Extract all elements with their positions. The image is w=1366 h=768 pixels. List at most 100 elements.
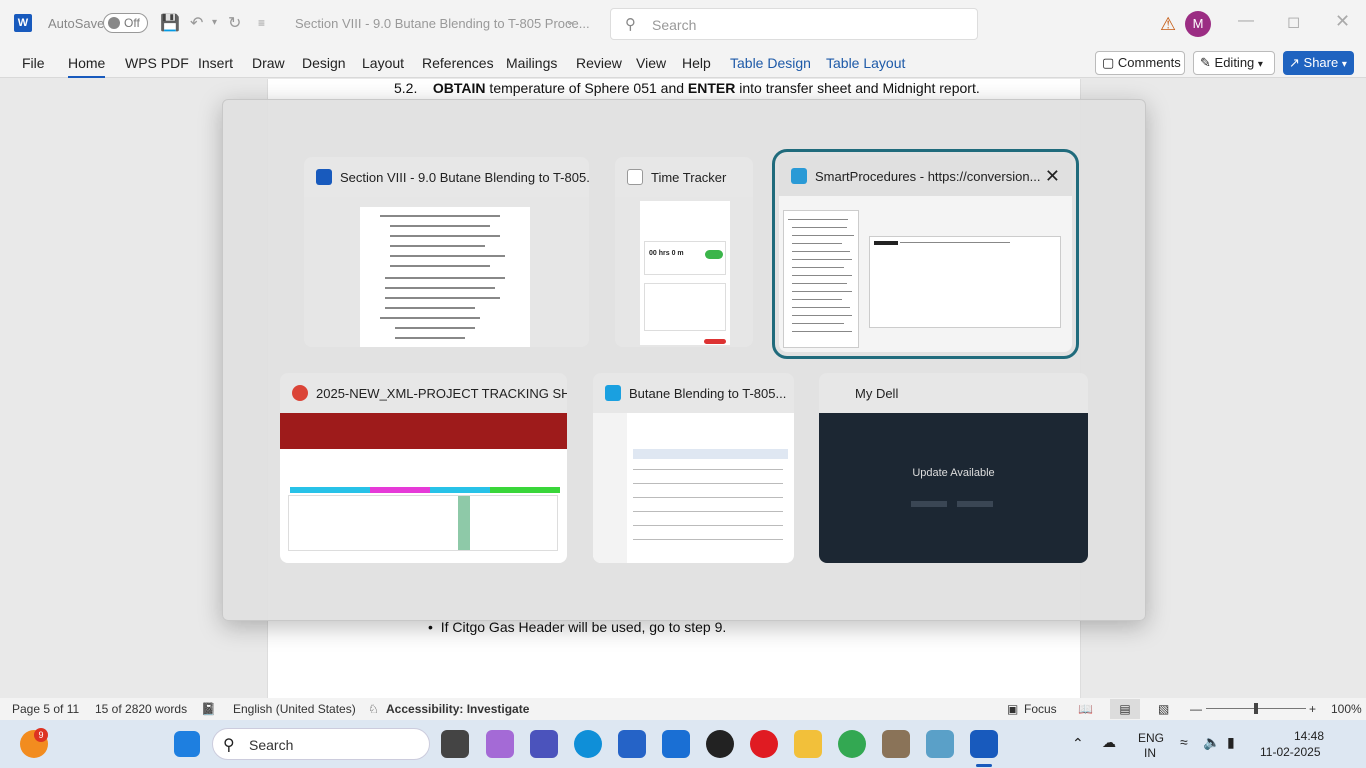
- card-caption: Butane Blending to T-805...: [593, 373, 794, 413]
- wifi-icon[interactable]: ≈: [1180, 734, 1188, 750]
- tab-table-design[interactable]: Table Design: [730, 55, 811, 71]
- tab-layout[interactable]: Layout: [362, 55, 404, 71]
- tab-file[interactable]: File: [22, 55, 45, 71]
- chevron-up-icon[interactable]: ⌃: [1072, 735, 1084, 752]
- smartprocedures-icon[interactable]: [926, 730, 954, 758]
- windows-start-icon[interactable]: [174, 731, 200, 757]
- focus-mode[interactable]: Focus: [1024, 702, 1057, 716]
- window-card-word[interactable]: Section VIII - 9.0 Butane Blending to T-…: [304, 157, 589, 347]
- window-card-outlook[interactable]: Butane Blending to T-805...: [593, 373, 794, 563]
- network-status-icon[interactable]: ☁: [1102, 734, 1116, 751]
- save-icon[interactable]: 💾: [160, 13, 180, 33]
- proofing-icon[interactable]: 📓: [201, 702, 216, 716]
- zoom-level[interactable]: 100%: [1331, 702, 1362, 716]
- store-icon[interactable]: [618, 730, 646, 758]
- print-layout-icon[interactable]: ▤: [1110, 699, 1140, 719]
- app-icon[interactable]: [882, 730, 910, 758]
- window-card-my-dell[interactable]: My Dell Update Available: [819, 373, 1088, 563]
- thumb-header-green: [490, 487, 560, 493]
- autosave-toggle[interactable]: Off: [103, 13, 148, 33]
- customize-toolbar-icon[interactable]: ≡: [258, 16, 265, 30]
- undo-dropdown-icon[interactable]: ▾: [212, 17, 217, 28]
- window-thumbnail: [779, 196, 1072, 352]
- tab-mailings[interactable]: Mailings: [506, 55, 557, 71]
- comments-button[interactable]: ▢ Comments: [1095, 51, 1185, 75]
- volume-icon[interactable]: 🔈: [1203, 734, 1220, 751]
- close-icon[interactable]: ✕: [1335, 11, 1350, 32]
- tab-review[interactable]: Review: [576, 55, 622, 71]
- redo-icon[interactable]: ↻: [228, 13, 241, 33]
- window-card-chrome[interactable]: 2025-NEW_XML-PROJECT TRACKING SHEE...: [280, 373, 567, 563]
- notification-badge: 9: [34, 728, 48, 742]
- undo-icon[interactable]: ↶: [190, 13, 203, 33]
- tab-wps-pdf[interactable]: WPS PDF: [125, 55, 189, 71]
- edge-icon[interactable]: [574, 730, 602, 758]
- search-icon: ⚲: [223, 737, 235, 754]
- taskbar: 9 ⚲ Search ⌃ ☁ ENG IN ≈ 🔈 ▮ 14:48 11-02-…: [0, 720, 1366, 768]
- clock-date[interactable]: 11-02-2025: [1260, 745, 1321, 759]
- opera-icon[interactable]: [750, 730, 778, 758]
- taskbar-search-placeholder: Search: [249, 737, 294, 753]
- zoom-slider[interactable]: [1206, 703, 1306, 714]
- timer-value: 00 hrs 0 m: [649, 250, 684, 257]
- tab-design[interactable]: Design: [302, 55, 346, 71]
- bullet-text: If Citgo Gas Header will be used, go to …: [440, 619, 727, 635]
- chevron-down-icon[interactable]: ⌄: [565, 14, 575, 28]
- power-automate-icon[interactable]: [662, 730, 690, 758]
- language[interactable]: English (United States): [233, 702, 356, 716]
- procedure-step[interactable]: 5.2. OBTAIN temperature of Sphere 051 an…: [394, 80, 980, 96]
- thumb-header-magenta: [370, 487, 430, 493]
- read-mode-icon[interactable]: 📖: [1078, 702, 1093, 716]
- word-icon[interactable]: [970, 730, 998, 758]
- outlook-icon: [605, 385, 621, 401]
- word-icon: [316, 169, 332, 185]
- thumb-editor: [869, 236, 1061, 328]
- thumb-app: 00 hrs 0 m: [640, 201, 730, 345]
- share-button[interactable]: ↗ Share ▾: [1283, 51, 1354, 75]
- smartprocedures-icon: [791, 168, 807, 184]
- window-thumbnail: Update Available: [819, 413, 1088, 563]
- minimize-icon[interactable]: —: [1238, 12, 1254, 30]
- close-icon[interactable]: ✕: [1045, 166, 1060, 187]
- zoom-in-icon[interactable]: +: [1309, 702, 1316, 716]
- file-explorer-icon[interactable]: [794, 730, 822, 758]
- task-view-icon[interactable]: [441, 730, 469, 758]
- tab-references[interactable]: References: [422, 55, 494, 71]
- search-input[interactable]: ⚲ Search: [610, 8, 978, 40]
- bullet-item[interactable]: • If Citgo Gas Header will be used, go t…: [428, 619, 726, 635]
- page-count[interactable]: Page 5 of 11: [12, 702, 79, 716]
- window-card-time-tracker[interactable]: Time Tracker 00 hrs 0 m: [615, 157, 753, 347]
- thumb-button: [957, 501, 993, 507]
- zoom-slider-thumb[interactable]: [1254, 703, 1258, 714]
- teams-icon[interactable]: [530, 730, 558, 758]
- warning-icon[interactable]: ⚠: [1160, 14, 1176, 35]
- avatar[interactable]: M: [1185, 11, 1211, 37]
- step-number: 5.2.: [394, 80, 418, 96]
- editing-button[interactable]: ✎ Editing ▾: [1193, 51, 1275, 75]
- timer-toggle: [705, 250, 723, 259]
- step-text-end: into transfer sheet and Midnight report.: [735, 80, 980, 96]
- zoom-out-icon[interactable]: —: [1190, 702, 1202, 716]
- copilot-icon[interactable]: [486, 730, 514, 758]
- maximize-icon[interactable]: ◻: [1287, 12, 1300, 32]
- tab-view[interactable]: View: [636, 55, 666, 71]
- taskbar-search[interactable]: ⚲ Search: [212, 728, 430, 760]
- language-code[interactable]: ENG: [1138, 731, 1164, 745]
- accessibility-status[interactable]: Accessibility: Investigate: [386, 702, 529, 716]
- document-title[interactable]: Section VIII - 9.0 Butane Blending to T-…: [295, 16, 590, 31]
- tab-table-layout[interactable]: Table Layout: [826, 55, 905, 71]
- window-card-smartprocedures[interactable]: SmartProcedures - https://conversion... …: [772, 149, 1079, 359]
- tab-draw[interactable]: Draw: [252, 55, 285, 71]
- pencil-icon: ✎: [1200, 55, 1211, 70]
- tab-home[interactable]: Home: [68, 55, 106, 78]
- chrome-icon[interactable]: [838, 730, 866, 758]
- dell-icon[interactable]: [706, 730, 734, 758]
- step-keyword-enter: ENTER: [687, 80, 736, 96]
- clock-time[interactable]: 14:48: [1294, 729, 1324, 743]
- language-region: IN: [1144, 746, 1156, 760]
- tab-insert[interactable]: Insert: [198, 55, 233, 71]
- battery-icon[interactable]: ▮: [1227, 734, 1235, 751]
- word-count[interactable]: 15 of 2820 words: [95, 702, 187, 716]
- tab-help[interactable]: Help: [682, 55, 711, 71]
- web-layout-icon[interactable]: ▧: [1158, 702, 1169, 716]
